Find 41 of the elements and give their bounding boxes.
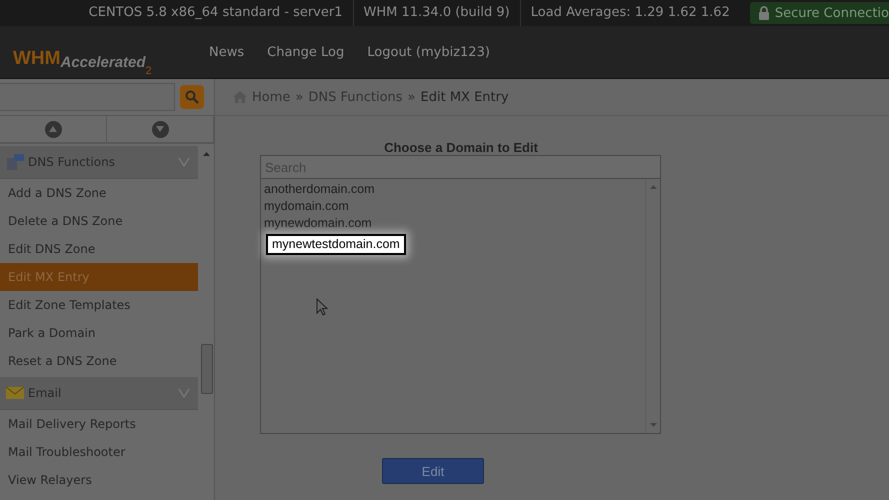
envelope-icon — [6, 387, 24, 399]
breadcrumb-separator: » — [295, 90, 304, 104]
logo-version: 2 — [146, 65, 152, 77]
section-title: Choose a Domain to Edit — [383, 140, 539, 155]
scroll-down-button[interactable] — [152, 120, 168, 138]
menu-item[interactable]: Delete a DNS Zone — [0, 207, 198, 235]
menu-item[interactable]: Add a DNS Zone — [0, 179, 198, 207]
menu-item[interactable]: Edit Zone Templates — [0, 291, 198, 319]
logo-text: WHM — [13, 49, 60, 69]
up-triangle-icon — [49, 126, 57, 132]
menu-item[interactable]: View Relayers — [0, 466, 198, 494]
menu-item[interactable]: Edit MX Entry — [0, 263, 198, 291]
list-option[interactable]: mydomain.com — [263, 198, 349, 215]
menu-item[interactable]: Edit DNS Zone — [0, 235, 198, 263]
up-triangle-icon — [202, 152, 210, 156]
nav-link[interactable]: Change Log — [267, 44, 344, 60]
down-triangle-icon — [650, 423, 656, 427]
logo-text: Accelerated — [60, 53, 146, 73]
list-option[interactable]: anotherdomain.com — [263, 181, 374, 198]
scroll-up-button[interactable] — [44, 120, 62, 138]
cursor-icon — [316, 298, 328, 317]
edit-button[interactable]: Edit — [382, 458, 484, 484]
server-info: Load Averages: 1.29 1.62 1.62 — [530, 4, 731, 22]
search-button[interactable] — [180, 85, 204, 109]
server-icon — [6, 154, 24, 170]
menu-item[interactable]: Mail Delivery Reports — [0, 410, 198, 438]
breadcrumb-separator: » — [408, 90, 416, 104]
up-triangle-icon — [650, 185, 656, 189]
list-option[interactable]: mynewdomain.com — [263, 215, 372, 232]
menu-item[interactable]: Mail Troubleshooter — [0, 438, 198, 466]
list-option[interactable]: mynewtestdomain.com — [266, 234, 406, 255]
scrollbar-thumb[interactable] — [201, 344, 213, 394]
search-icon — [185, 90, 199, 104]
breadcrumb-link[interactable]: Edit MX Entry — [420, 90, 509, 104]
menu-item[interactable]: Reset a DNS Zone — [0, 347, 198, 375]
nav-link[interactable]: Logout (mybiz123) — [367, 44, 490, 60]
nav-link[interactable]: News — [209, 44, 244, 60]
down-triangle-icon — [156, 126, 164, 132]
secure-connection-badge: Secure Connectio — [750, 2, 889, 24]
lock-icon — [758, 6, 770, 20]
menu-item[interactable]: Park a Domain — [0, 319, 198, 347]
